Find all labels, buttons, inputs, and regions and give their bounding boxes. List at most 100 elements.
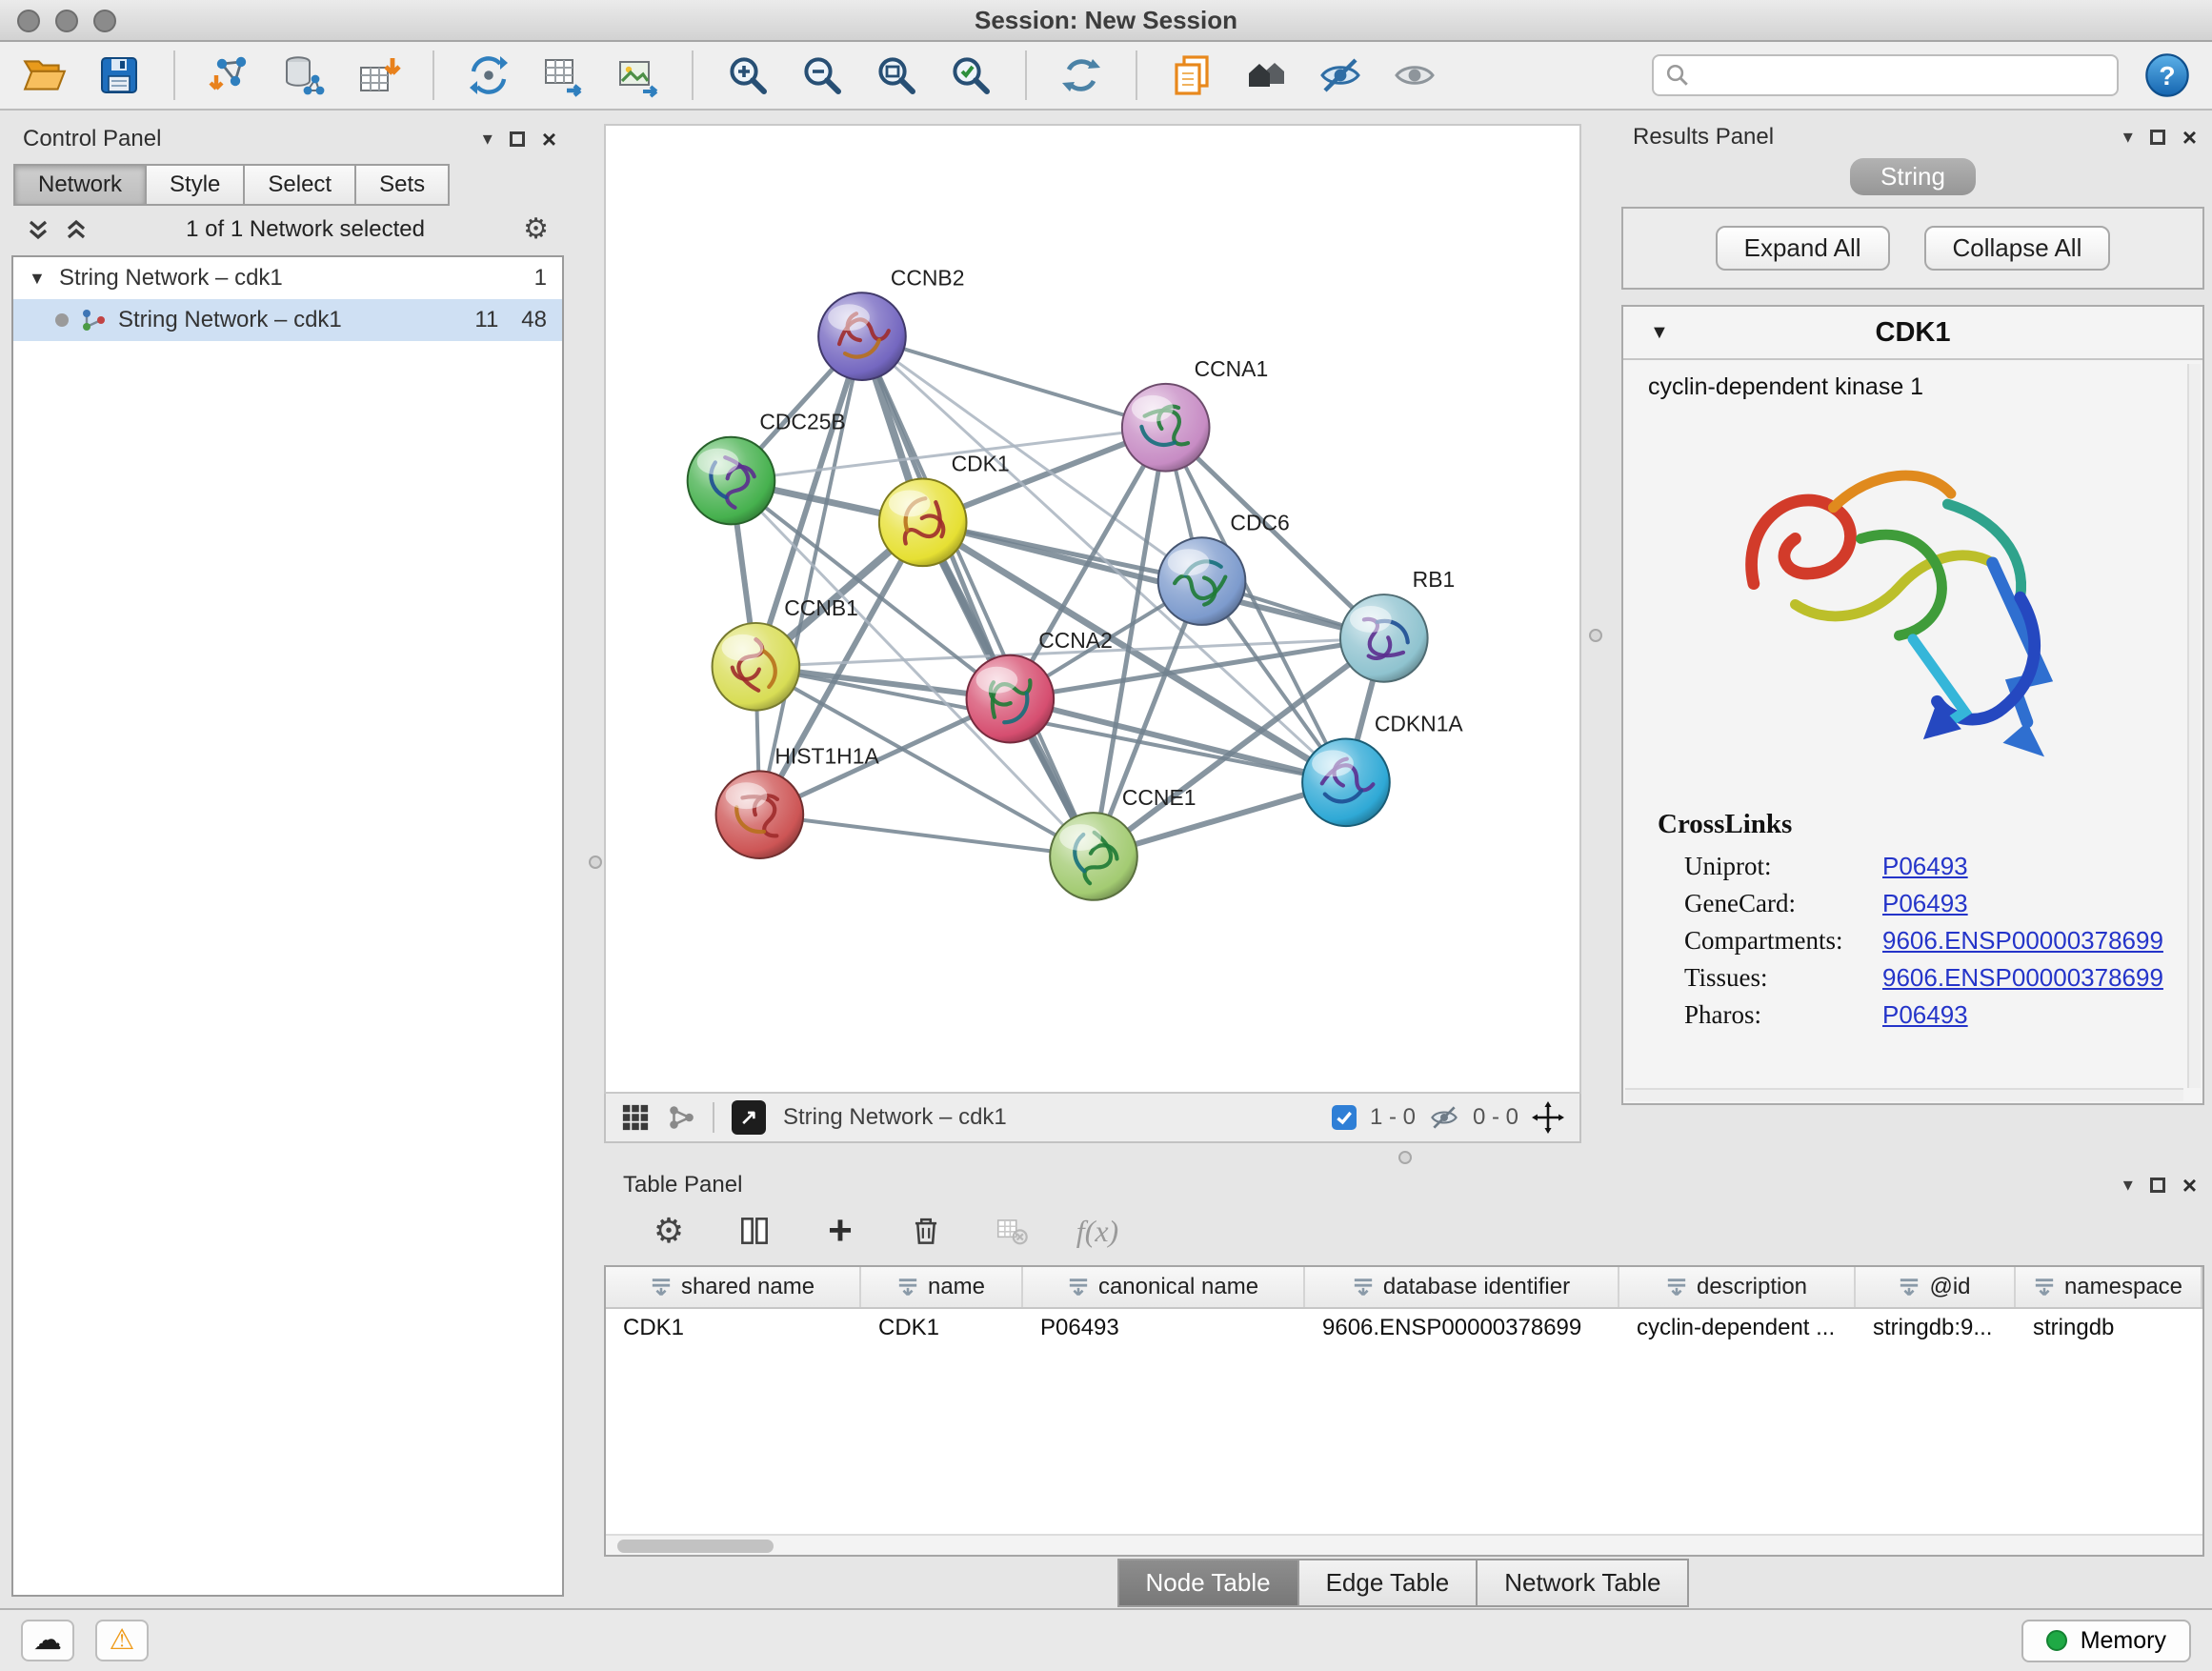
tab-network-table[interactable]: Network Table [1476, 1559, 1689, 1607]
column-header-database-identifier[interactable]: database identifier [1305, 1267, 1619, 1307]
panel-menu-chevron-icon[interactable]: ▾ [2123, 128, 2133, 147]
node-RB1[interactable]: RB1 [1340, 567, 1455, 682]
export-table-button[interactable] [537, 50, 589, 101]
horizontal-splitter-handle[interactable] [1398, 1151, 1412, 1164]
panel-close-icon[interactable]: × [2182, 125, 2197, 150]
node-CCNA1[interactable]: CCNA1 [1122, 356, 1268, 472]
edge-CDK1-RB1[interactable] [923, 522, 1384, 638]
panel-close-icon[interactable]: × [542, 127, 556, 151]
node-label-RB1: RB1 [1413, 567, 1456, 592]
panel-close-icon[interactable]: × [2182, 1173, 2197, 1198]
import-network-from-file-button[interactable] [204, 50, 255, 101]
memory-button[interactable]: Memory [2021, 1620, 2191, 1662]
panel-float-icon[interactable] [2150, 130, 2165, 145]
expand-all-icon[interactable] [65, 218, 88, 241]
column-header-description[interactable]: description [1619, 1267, 1856, 1307]
save-session-button[interactable] [93, 50, 145, 101]
edge-HIST1H1A-CCNE1[interactable] [759, 815, 1094, 856]
open-in-window-icon[interactable]: ↗ [732, 1100, 766, 1135]
close-window-button[interactable] [17, 10, 40, 32]
panel-menu-chevron-icon[interactable]: ▾ [483, 130, 493, 149]
home-networks-button[interactable] [1240, 50, 1292, 101]
collapse-all-button[interactable]: Collapse All [1924, 226, 2111, 271]
left-splitter-handle[interactable] [589, 856, 602, 869]
tab-select[interactable]: Select [243, 164, 356, 206]
crosslink-uniprot-link[interactable]: P06493 [1882, 852, 1968, 881]
hide-details-button[interactable] [1315, 50, 1366, 101]
tab-edge-table[interactable]: Edge Table [1297, 1559, 1478, 1607]
import-network-from-database-button[interactable] [278, 50, 330, 101]
panel-float-icon[interactable] [2150, 1178, 2165, 1193]
string-tab-badge[interactable]: String [1850, 158, 1976, 195]
crosslink-genecard-link[interactable]: P06493 [1882, 889, 1968, 918]
column-header-canonical-name[interactable]: canonical name [1023, 1267, 1305, 1307]
show-details-button[interactable] [1389, 50, 1440, 101]
network-options-gear-icon[interactable]: ⚙ [523, 215, 549, 244]
cloud-button[interactable]: ☁ [21, 1620, 74, 1661]
search-field[interactable] [1652, 54, 2119, 96]
node-CCNB1[interactable]: CCNB1 [713, 595, 858, 711]
crosslink-pharos-link[interactable]: P06493 [1882, 1000, 1968, 1030]
vertical-scrollbar[interactable] [2187, 364, 2201, 1088]
expand-all-button[interactable]: Expand All [1716, 226, 1890, 271]
collapse-all-icon[interactable] [27, 218, 50, 241]
zoom-in-button[interactable] [722, 50, 774, 101]
edge-CCNB2-CCNA1[interactable] [862, 336, 1166, 428]
tab-network[interactable]: Network [13, 164, 147, 206]
panel-menu-chevron-icon[interactable]: ▾ [2123, 1176, 2133, 1195]
minimize-window-button[interactable] [55, 10, 78, 32]
duplicate-document-button[interactable] [1166, 50, 1217, 101]
apply-layout-button[interactable] [1056, 50, 1107, 101]
export-image-button[interactable] [612, 50, 663, 101]
tree-expander-icon[interactable]: ▼ [29, 269, 48, 289]
crosslink-compartments-link[interactable]: 9606.ENSP00000378699 [1882, 926, 2163, 956]
hidden-eye-icon[interactable] [1429, 1102, 1459, 1133]
crosslink-tissues-link[interactable]: 9606.ENSP00000378699 [1882, 963, 2163, 993]
panel-float-icon[interactable] [510, 131, 525, 147]
selected-nodes-checkbox-icon[interactable] [1332, 1105, 1357, 1130]
node-CDKN1A[interactable]: CDKN1A [1302, 711, 1463, 826]
import-table-from-file-button[interactable] [352, 50, 404, 101]
zoom-out-button[interactable] [796, 50, 848, 101]
zoom-window-button[interactable] [93, 10, 116, 32]
open-session-button[interactable] [19, 50, 70, 101]
zoom-selected-button[interactable] [945, 50, 996, 101]
pan-crosshair-icon[interactable] [1532, 1101, 1564, 1134]
warnings-button[interactable]: ⚠ [95, 1620, 149, 1661]
search-input[interactable] [1701, 62, 2105, 89]
column-header-id[interactable]: @id [1856, 1267, 2016, 1307]
network-collection-row[interactable]: ▼ String Network – cdk1 1 [13, 257, 562, 299]
show-columns-button[interactable] [732, 1208, 777, 1254]
zoom-fit-button[interactable] [871, 50, 922, 101]
new-network-from-selection-button[interactable] [463, 50, 514, 101]
column-header-shared-name[interactable]: shared name [606, 1267, 861, 1307]
delete-table-button-disabled[interactable] [989, 1208, 1035, 1254]
network-row-selected[interactable]: String Network – cdk1 11 48 [13, 299, 562, 341]
help-button[interactable]: ? [2142, 50, 2193, 101]
column-header-name[interactable]: name [861, 1267, 1023, 1307]
node-CCNE1[interactable]: CCNE1 [1050, 785, 1196, 900]
crosslink-row: Compartments: 9606.ENSP00000378699 [1684, 926, 2202, 956]
node-CCNB2[interactable]: CCNB2 [818, 265, 964, 380]
share-network-icon[interactable] [667, 1103, 695, 1132]
table-horizontal-scrollbar[interactable] [606, 1534, 2202, 1555]
node-CDK1[interactable]: CDK1 [879, 452, 1010, 567]
table-row[interactable]: CDK1 CDK1 P06493 9606.ENSP00000378699 cy… [606, 1309, 2202, 1349]
tab-sets[interactable]: Sets [354, 164, 450, 206]
gene-section-header[interactable]: ▼ CDK1 [1623, 307, 2202, 360]
function-builder-button[interactable]: f(x) [1075, 1208, 1120, 1254]
add-column-button[interactable]: + [817, 1208, 863, 1254]
horizontal-scrollbar[interactable] [1625, 1088, 2183, 1101]
birdseye-view-icon[interactable] [621, 1103, 650, 1132]
column-header-namespace[interactable]: namespace [2016, 1267, 2202, 1307]
right-splitter-handle[interactable] [1589, 629, 1602, 642]
node-HIST1H1A[interactable]: HIST1H1A [716, 743, 880, 858]
scrollbar-thumb[interactable] [617, 1540, 774, 1553]
network-canvas[interactable]: CCNB2CCNA1CDC25BCDK1CDC6RB1CCNB1CCNA2CDK… [604, 124, 1581, 1094]
delete-column-button[interactable] [903, 1208, 949, 1254]
tab-node-table[interactable]: Node Table [1117, 1559, 1299, 1607]
edge-CCNB2-CCNE1[interactable] [862, 336, 1094, 856]
tab-style[interactable]: Style [145, 164, 245, 206]
string-network-icon [80, 307, 107, 333]
table-settings-button[interactable]: ⚙ [646, 1208, 692, 1254]
